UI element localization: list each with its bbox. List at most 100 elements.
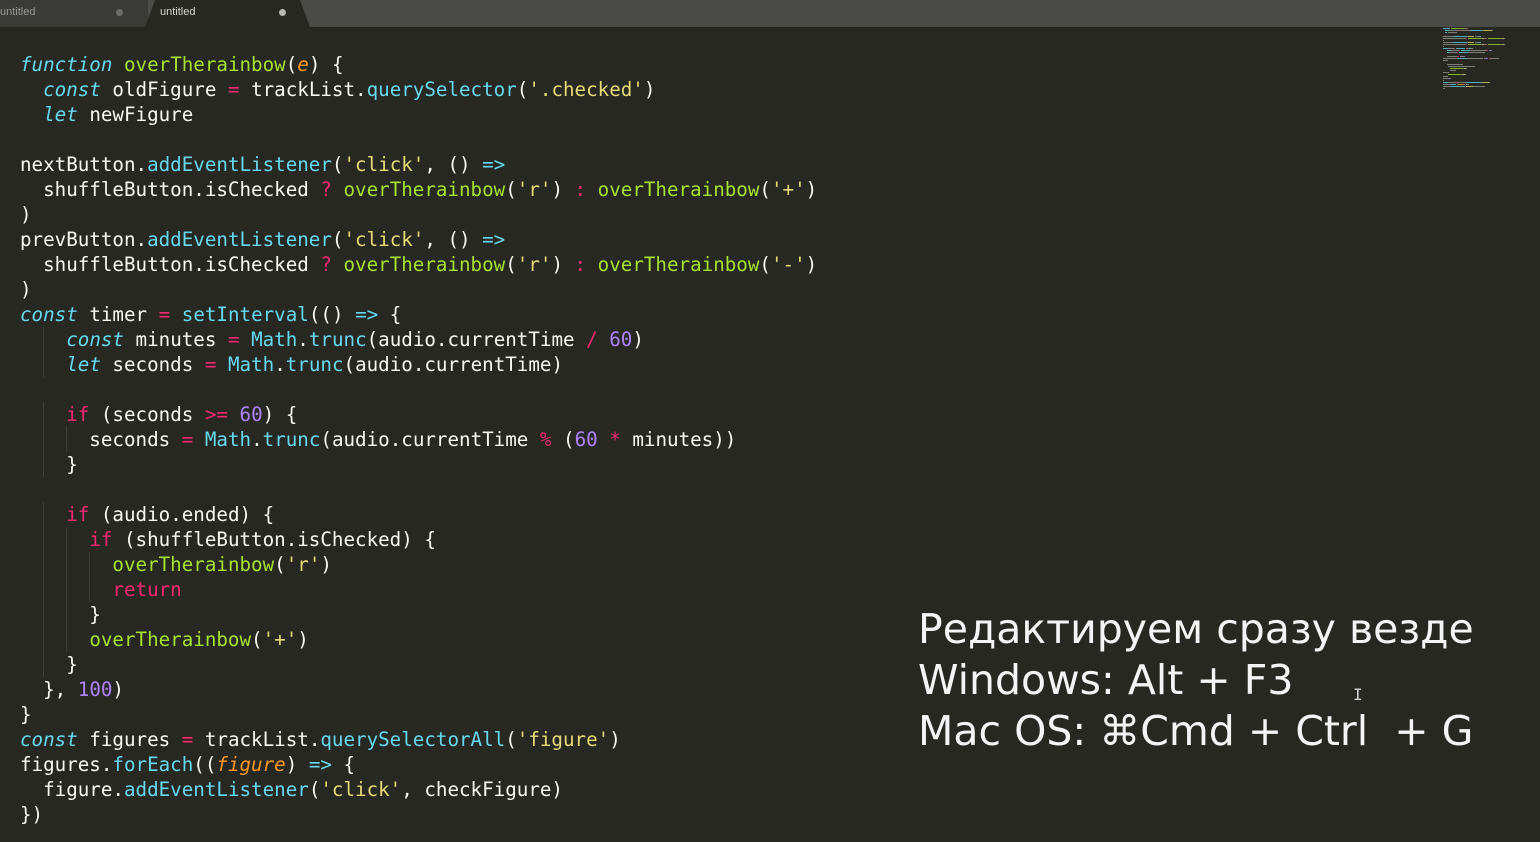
code-token: trunc	[308, 328, 367, 351]
code-line[interactable]: if (seconds >= 60) {	[20, 402, 817, 427]
code-line[interactable]: }	[20, 602, 817, 627]
minimap-mark	[1488, 44, 1501, 45]
code-token: nextButton.	[20, 153, 148, 176]
overlay-title: Редактируем сразу везде	[918, 605, 1474, 653]
code-token: shuffleButton.isChecked	[20, 253, 321, 276]
code-line[interactable]: return	[20, 577, 817, 602]
code-token: trackList.	[239, 78, 367, 101]
code-line[interactable]: figure.addEventListener('click', checkFi…	[20, 777, 817, 802]
minimap-mark	[1491, 30, 1493, 31]
code-token: (audio.currentTime	[320, 428, 540, 451]
minimap-mark	[1443, 86, 1452, 87]
code-line[interactable]	[20, 477, 817, 502]
code-line[interactable]: shuffleButton.isChecked ? overTherainbow…	[20, 177, 817, 202]
indent-guide	[66, 527, 68, 552]
code-line[interactable]: const timer = setInterval(() => {	[20, 302, 817, 327]
code-token: const	[43, 78, 101, 101]
code-line[interactable]: })	[20, 802, 817, 827]
minimap-mark	[1448, 64, 1463, 65]
code-line[interactable]: nextButton.addEventListener('click', () …	[20, 152, 817, 177]
indent-guide	[43, 502, 45, 527]
minimap-mark	[1489, 58, 1499, 59]
tab-untitled-1[interactable]: untitled	[0, 0, 148, 27]
minimap-mark	[1443, 36, 1453, 37]
indent-guide	[43, 652, 45, 677]
code-token: trackList.	[193, 728, 321, 751]
code-line[interactable]: }	[20, 652, 817, 677]
code-token: , ()	[424, 228, 483, 251]
code-token: function	[20, 53, 113, 76]
code-token: 60	[239, 403, 263, 426]
code-token: (audio.currentTime)	[343, 353, 564, 376]
code-token: )	[609, 728, 621, 751]
unsaved-dot-icon[interactable]	[116, 9, 123, 16]
code-token: (()	[308, 303, 356, 326]
code-token: figures.	[20, 753, 113, 776]
tab-untitled-2-active[interactable]: untitled	[145, 0, 310, 27]
overlay-mac-shortcut: Mac OS: ⌘Cmd + Ctrl + G	[918, 707, 1474, 755]
minimap-mark	[1488, 82, 1490, 83]
code-line[interactable]: }	[20, 702, 817, 727]
code-line[interactable]: overTherainbow('+')	[20, 627, 817, 652]
code-editor[interactable]: function overTherainbow(e) { const oldFi…	[20, 52, 817, 827]
code-token: )	[551, 178, 575, 201]
code-line[interactable]: }	[20, 452, 817, 477]
code-line[interactable]: }, 100)	[20, 677, 817, 702]
code-token: 'click'	[343, 153, 425, 176]
code-line[interactable]: let newFigure	[20, 102, 817, 127]
code-line[interactable]: )	[20, 277, 817, 302]
code-line[interactable]: overTherainbow('r')	[20, 552, 817, 577]
code-token: (	[759, 178, 771, 201]
code-token: (	[285, 53, 298, 76]
code-line[interactable]: const figures = trackList.querySelectorA…	[20, 727, 817, 752]
code-line[interactable]: seconds = Math.trunc(audio.currentTime %…	[20, 427, 817, 452]
indent-guide	[66, 577, 68, 602]
code-line[interactable]: figures.forEach((figure) => {	[20, 752, 817, 777]
unsaved-dot-icon[interactable]	[279, 9, 286, 16]
code-token: )	[805, 253, 818, 276]
code-token: let	[43, 103, 78, 126]
minimap-mark	[1482, 30, 1492, 31]
code-token: seconds	[20, 428, 182, 451]
code-token: )	[632, 328, 644, 351]
tab-label: untitled	[0, 6, 36, 18]
code-token: if	[66, 503, 90, 526]
code-token: =>	[482, 153, 506, 176]
code-line[interactable]: if (shuffleButton.isChecked) {	[20, 527, 817, 552]
code-line[interactable]: shuffleButton.isChecked ? overTherainbow…	[20, 252, 817, 277]
code-line[interactable]: const oldFigure = trackList.querySelecto…	[20, 77, 817, 102]
code-line[interactable]: prevButton.addEventListener('click', () …	[20, 227, 817, 252]
code-line[interactable]	[20, 377, 817, 402]
text-cursor-icon: I	[1353, 685, 1363, 704]
indent-guide	[43, 402, 45, 427]
minimap-mark	[1443, 58, 1456, 59]
code-line[interactable]: function overTherainbow(e) {	[20, 52, 817, 77]
minimap[interactable]	[1443, 28, 1513, 92]
minimap-mark	[1443, 72, 1450, 73]
code-token: )	[297, 628, 309, 651]
code-line[interactable]: let seconds = Math.trunc(audio.currentTi…	[20, 352, 817, 377]
code-token: )	[320, 553, 332, 576]
code-line[interactable]	[20, 127, 817, 152]
code-token: (	[331, 153, 344, 176]
indent-guide	[43, 527, 45, 552]
indent-guide	[66, 602, 68, 627]
code-token: '+'	[262, 628, 298, 651]
code-token: 60	[609, 328, 633, 351]
code-token: )	[112, 678, 124, 701]
minimap-mark	[1443, 38, 1467, 39]
code-token: 'click'	[320, 778, 402, 801]
code-token: }	[20, 653, 78, 676]
indent-guide	[43, 602, 45, 627]
code-token: if	[66, 403, 90, 426]
minimap-mark	[1481, 82, 1489, 83]
minimap-mark	[1504, 44, 1506, 45]
code-line[interactable]: const minutes = Math.trunc(audio.current…	[20, 327, 817, 352]
code-line[interactable]: )	[20, 202, 817, 227]
code-line[interactable]: if (audio.ended) {	[20, 502, 817, 527]
